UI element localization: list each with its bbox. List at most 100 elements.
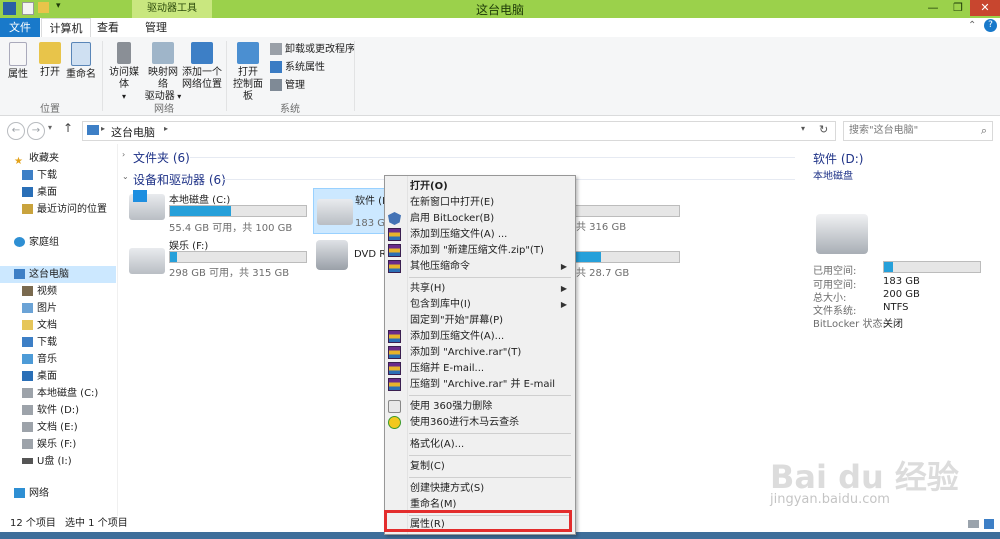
menu-format[interactable]: 格式化(A)...: [385, 436, 575, 453]
open-control-panel-button[interactable]: 打开 控制面板: [230, 42, 266, 103]
nav-desktop[interactable]: 桌面: [22, 184, 57, 201]
nav-network[interactable]: 网络: [14, 485, 49, 502]
forward-button[interactable]: →: [27, 122, 45, 140]
new-folder-qat-icon[interactable]: [38, 2, 49, 13]
menu-share[interactable]: 共享(H) ▶: [385, 280, 575, 297]
details-used-label: 已用空间:: [813, 266, 857, 277]
menu-pin-start[interactable]: 固定到"开始"屏幕(P): [385, 312, 575, 329]
desktop-icon: [22, 371, 33, 381]
large-icons-view-icon[interactable]: [984, 519, 994, 529]
nav-downloads[interactable]: 下载: [22, 167, 57, 184]
menu-add-rar-archive[interactable]: 添加到压缩文件(A)...: [385, 328, 575, 345]
nav-documents[interactable]: 文档: [22, 317, 57, 334]
menu-create-shortcut[interactable]: 创建快捷方式(S): [385, 480, 575, 497]
breadcrumb-chevron-icon[interactable]: ▸: [164, 124, 168, 133]
menu-separator: [409, 277, 571, 278]
recent-locations-dropdown[interactable]: ▾: [48, 123, 52, 132]
details-title: 软件 (D:): [813, 152, 864, 166]
submenu-arrow-icon: ▶: [560, 300, 567, 309]
expand-chevron-icon[interactable]: ⌄: [122, 172, 129, 181]
uninstall-icon: [270, 43, 282, 55]
search-icon[interactable]: ⌕: [981, 122, 987, 140]
breadcrumb-chevron-icon[interactable]: ▸: [101, 124, 105, 133]
nav-pictures[interactable]: 图片: [22, 300, 57, 317]
close-button[interactable]: ✕: [970, 0, 1000, 16]
menu-open-new-window[interactable]: 在新窗口中打开(E): [385, 194, 575, 211]
windows-drive-icon: [22, 388, 33, 398]
control-panel-icon: [237, 42, 259, 64]
tab-manage[interactable]: 管理: [133, 18, 179, 37]
app-icon[interactable]: [3, 2, 16, 15]
menu-add-zip[interactable]: 添加到 "新建压缩文件.zip"(T): [385, 242, 575, 259]
nav-favorites[interactable]: ★ 收藏夹: [14, 150, 59, 167]
maximize-button[interactable]: ❐: [945, 0, 971, 16]
menu-bitlocker[interactable]: 启用 BitLocker(B): [385, 210, 575, 227]
menu-copy[interactable]: 复制(C): [385, 458, 575, 475]
help-icon[interactable]: ?: [984, 19, 997, 32]
menu-force-delete-360[interactable]: 使用 360强力删除: [385, 398, 575, 415]
address-history-dropdown[interactable]: ▾: [801, 124, 805, 133]
nav-drive-e[interactable]: 文档 (E:): [22, 419, 78, 436]
dvd-drive-item[interactable]: DVD R: [313, 236, 386, 282]
drive-icon: [22, 422, 33, 432]
ribbon-collapse-icon[interactable]: ⌃: [968, 20, 976, 31]
nav-desktop-pc[interactable]: 桌面: [22, 368, 57, 385]
drive-f-item[interactable]: 娱乐 (F:) 298 GB 可用，共 315 GB: [125, 236, 311, 282]
folders-section-header[interactable]: 文件夹 (6): [133, 149, 190, 166]
drive-c-name: 本地磁盘 (C:): [169, 195, 231, 206]
star-icon: ★: [14, 156, 23, 167]
menu-include-library[interactable]: 包含到库中(I) ▶: [385, 296, 575, 313]
collapse-chevron-icon[interactable]: ›: [122, 150, 125, 159]
menu-scan-360[interactable]: 使用360进行木马云查杀: [385, 414, 575, 431]
map-network-drive-button[interactable]: 映射网络 驱动器 ▾: [144, 42, 182, 103]
nav-downloads-pc[interactable]: 下载: [22, 334, 57, 351]
nav-drive-c[interactable]: 本地磁盘 (C:): [22, 385, 98, 402]
menu-other-compress[interactable]: 其他压缩命令 ▶: [385, 258, 575, 275]
menu-compress-email[interactable]: 压缩并 E-mail...: [385, 360, 575, 377]
nav-homegroup[interactable]: 家庭组: [14, 234, 59, 251]
search-input[interactable]: 搜索"这台电脑" ⌕: [843, 121, 993, 141]
menu-add-archive[interactable]: 添加到压缩文件(A) ...: [385, 226, 575, 243]
up-button[interactable]: ↑: [63, 121, 73, 135]
item-count: 12 个项目: [10, 518, 56, 529]
open-button[interactable]: 打开: [36, 42, 64, 79]
nav-drive-i[interactable]: U盘 (I:): [22, 453, 72, 470]
qat-dropdown-icon[interactable]: ▾: [56, 1, 61, 11]
properties-qat-icon[interactable]: [22, 2, 34, 15]
devices-section-header[interactable]: 设备和驱动器 (6): [133, 171, 226, 188]
tab-view[interactable]: 查看: [90, 18, 126, 37]
nav-drive-d[interactable]: 软件 (D:): [22, 402, 79, 419]
details-subtitle: 本地磁盘: [813, 171, 853, 182]
menu-add-archive-rar[interactable]: 添加到 "Archive.rar"(T): [385, 344, 575, 361]
properties-button[interactable]: 属性: [4, 42, 32, 81]
details-bitlocker-label: BitLocker 状态:: [813, 319, 886, 330]
tab-computer[interactable]: 计算机: [41, 18, 91, 38]
address-bar[interactable]: ▸ 这台电脑 ▸ ▾ ↻: [82, 121, 836, 141]
menu-compress-rar-email[interactable]: 压缩到 "Archive.rar" 并 E-mail: [385, 376, 575, 393]
windows-logo-icon: [133, 190, 147, 202]
uninstall-program-button[interactable]: 卸载或更改程序: [270, 42, 355, 58]
drive-icon: [129, 248, 165, 274]
selection-count: 选中 1 个项目: [65, 518, 128, 529]
minimize-button[interactable]: —: [920, 0, 946, 16]
add-network-location-button[interactable]: 添加一个 网络位置: [182, 42, 222, 91]
tab-file[interactable]: 文件: [0, 18, 40, 37]
breadcrumb-this-pc[interactable]: 这台电脑: [111, 124, 155, 140]
details-view-icon[interactable]: [968, 520, 979, 528]
nav-drive-f[interactable]: 娱乐 (F:): [22, 436, 76, 453]
rename-button[interactable]: 重命名: [64, 42, 98, 81]
back-button[interactable]: ←: [7, 122, 25, 140]
system-properties-button[interactable]: 系统属性: [270, 60, 325, 76]
refresh-icon[interactable]: ↻: [819, 123, 828, 136]
manage-button[interactable]: 管理: [270, 78, 305, 94]
nav-recent[interactable]: 最近访问的位置: [22, 201, 107, 218]
nav-music[interactable]: 音乐: [22, 351, 57, 368]
drive-c-item[interactable]: 本地磁盘 (C:) 55.4 GB 可用，共 100 GB: [125, 188, 311, 234]
drive-icon: [22, 405, 33, 415]
drive-d-item[interactable]: 软件 (D:) 183 GB: [313, 188, 397, 234]
menu-open[interactable]: 打开(O): [385, 178, 575, 195]
nav-videos[interactable]: 视频: [22, 283, 57, 300]
nav-this-pc[interactable]: 这台电脑: [0, 266, 116, 283]
menu-separator: [409, 395, 571, 396]
access-media-button[interactable]: 访问媒体 ▾: [106, 42, 142, 103]
